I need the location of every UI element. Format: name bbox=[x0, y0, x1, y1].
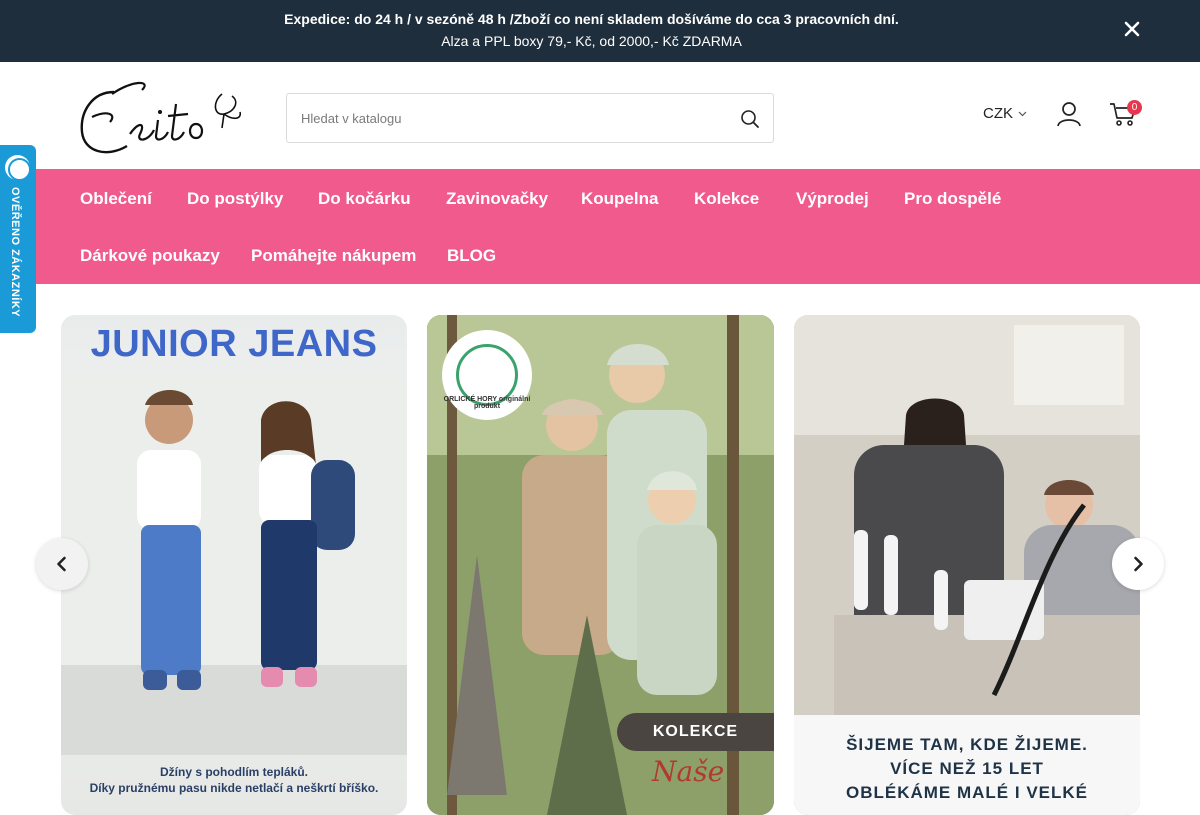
main-nav: Oblečení Do postýlky Do kočárku Zavinova… bbox=[0, 169, 1200, 284]
kids-photo-illustration bbox=[61, 375, 407, 755]
logo[interactable] bbox=[72, 72, 248, 160]
seal-text: ORLICKÉ HORY originální produkt bbox=[443, 396, 531, 410]
slide-script-text: Naše bbox=[652, 755, 725, 788]
nav-item-zavinovacky[interactable]: Zavinovačky bbox=[446, 189, 548, 209]
carousel-next-button[interactable] bbox=[1112, 538, 1164, 590]
verified-customers-badge[interactable]: OVĚŘENO ZÁKAZNÍKY bbox=[0, 145, 36, 333]
chevron-right-icon bbox=[1134, 556, 1143, 572]
chevron-left-icon bbox=[57, 556, 66, 572]
slide-line-1: ŠIJEME TAM, KDE ŽIJEME. bbox=[846, 735, 1088, 754]
site-header: CZK 0 bbox=[0, 62, 1200, 169]
currency-label: CZK bbox=[983, 105, 1013, 122]
nav-item-vyprodej[interactable]: Výprodej bbox=[796, 189, 869, 209]
nav-item-kolekce[interactable]: Kolekce bbox=[694, 189, 759, 209]
announcement-line-1: Expedice: do 24 h / v sezóně 48 h /Zboží… bbox=[284, 11, 899, 27]
nav-item-obleceni[interactable]: Oblečení bbox=[80, 189, 152, 209]
chevron-down-icon bbox=[1018, 111, 1027, 117]
search-box[interactable] bbox=[286, 93, 774, 143]
verified-seal-icon bbox=[5, 155, 31, 181]
nav-item-pro-dospele[interactable]: Pro dospělé bbox=[904, 189, 1001, 209]
orlicke-hory-seal-icon: ORLICKÉ HORY originální produkt bbox=[442, 330, 532, 420]
slide-line-3: OBLÉKÁME MALÉ I VELKÉ bbox=[845, 783, 1088, 802]
slide-caption-2: Díky pružnému pasu nikde netlačí a neškr… bbox=[89, 781, 379, 795]
carousel-prev-button[interactable] bbox=[36, 538, 88, 590]
nav-item-darkove-poukazy[interactable]: Dárkové poukazy bbox=[80, 246, 220, 266]
kolekce-tag: KOLEKCE bbox=[617, 713, 774, 751]
slide-line-2: VÍCE NEŽ 15 LET bbox=[890, 759, 1044, 778]
nav-item-blog[interactable]: BLOG bbox=[447, 246, 496, 266]
slide-kolekce-orlicke-hory[interactable]: ORLICKÉ HORY originální produkt KOLEKCE … bbox=[427, 315, 774, 815]
announcement-bar: Expedice: do 24 h / v sezóně 48 h /Zboží… bbox=[0, 0, 1200, 62]
currency-selector[interactable]: CZK bbox=[983, 105, 1027, 122]
nav-item-koupelna[interactable]: Koupelna bbox=[581, 189, 658, 209]
sewing-workshop-illustration bbox=[794, 315, 1140, 715]
slide-junior-jeans[interactable]: JUNIOR JEANS Džíny s pohodlím tepláků. D… bbox=[61, 315, 407, 815]
nav-item-pomahejte-nakupem[interactable]: Pomáhejte nákupem bbox=[251, 246, 416, 266]
slide-sijeme-tam[interactable]: ŠIJEME TAM, KDE ŽIJEME. VÍCE NEŽ 15 LET … bbox=[794, 315, 1140, 815]
slide-title: JUNIOR JEANS bbox=[90, 323, 378, 365]
nav-item-do-kocarku[interactable]: Do kočárku bbox=[318, 189, 411, 209]
slide-caption-1: Džíny s pohodlím tepláků. bbox=[159, 765, 308, 779]
search-input[interactable] bbox=[301, 94, 721, 142]
user-icon[interactable] bbox=[1056, 100, 1082, 128]
close-icon[interactable] bbox=[1120, 17, 1144, 41]
search-icon[interactable] bbox=[739, 108, 761, 130]
cart-count-badge: 0 bbox=[1127, 100, 1142, 115]
announcement-line-2: Alza a PPL boxy 79,- Kč, od 2000,- Kč ZD… bbox=[441, 33, 742, 49]
verified-badge-text: OVĚŘENO ZÁKAZNÍKY bbox=[9, 187, 21, 318]
nav-item-do-postylky[interactable]: Do postýlky bbox=[187, 189, 283, 209]
slide-text-panel: ŠIJEME TAM, KDE ŽIJEME. VÍCE NEŽ 15 LET … bbox=[794, 715, 1140, 815]
